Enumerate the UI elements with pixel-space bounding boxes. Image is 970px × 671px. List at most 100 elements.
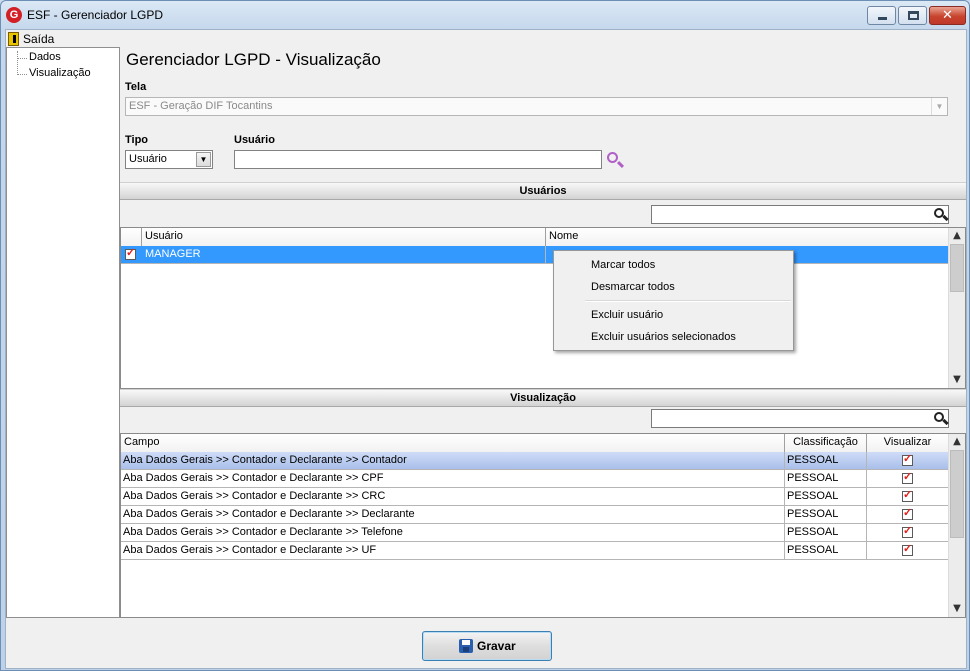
tree-item-dados[interactable]: Dados bbox=[29, 51, 61, 63]
minimize-icon bbox=[878, 17, 887, 20]
save-button-label: Gravar bbox=[477, 639, 516, 653]
search-icon bbox=[607, 152, 618, 163]
scroll-thumb[interactable] bbox=[950, 450, 964, 538]
context-menu: Marcar todos Desmarcar todos Excluir usu… bbox=[553, 250, 794, 351]
user-cell: MANAGER bbox=[142, 246, 546, 263]
users-grid-header: Usuário Nome bbox=[121, 228, 949, 246]
classification-cell: PESSOAL bbox=[785, 470, 867, 487]
chevron-down-icon: ▼ bbox=[931, 98, 947, 115]
view-grid-header: Campo Classificação Visualizar bbox=[121, 434, 949, 452]
close-icon: ✕ bbox=[942, 8, 953, 23]
search-icon-handle bbox=[616, 160, 625, 169]
visible-cell[interactable] bbox=[867, 470, 949, 487]
visible-cell[interactable] bbox=[867, 488, 949, 505]
main-panel: Gerenciador LGPD - Visualização Tela ESF… bbox=[120, 47, 966, 618]
table-row[interactable]: Aba Dados Gerais >> Contador e Declarant… bbox=[121, 542, 949, 560]
menu-item-delete-selected-users[interactable]: Excluir usuários selecionados bbox=[591, 331, 736, 343]
user-input[interactable] bbox=[234, 150, 602, 169]
client-area: Saída Dados Visualização Gerenciador LGP… bbox=[5, 29, 967, 669]
save-button[interactable]: Gravar bbox=[422, 631, 552, 661]
field-cell: Aba Dados Gerais >> Contador e Declarant… bbox=[121, 488, 785, 505]
screen-select-value: ESF - Geração DIF Tocantins bbox=[129, 100, 273, 112]
scroll-up-icon[interactable]: ▲ bbox=[949, 434, 965, 450]
menu-bar: Saída bbox=[6, 30, 966, 47]
classification-cell: PESSOAL bbox=[785, 542, 867, 559]
field-cell: Aba Dados Gerais >> Contador e Declarant… bbox=[121, 506, 785, 523]
column-header-check[interactable] bbox=[121, 228, 142, 246]
search-icon-handle bbox=[942, 214, 949, 222]
table-row[interactable]: Aba Dados Gerais >> Contador e Declarant… bbox=[121, 524, 949, 542]
tree-connector bbox=[17, 74, 27, 75]
exit-door-icon bbox=[8, 31, 19, 46]
row-checkbox-cell[interactable] bbox=[121, 246, 142, 263]
tree-connector bbox=[17, 51, 18, 73]
field-cell: Aba Dados Gerais >> Contador e Declarant… bbox=[121, 542, 785, 559]
close-button[interactable]: ✕ bbox=[929, 6, 966, 25]
visible-cell[interactable] bbox=[867, 506, 949, 523]
title-bar[interactable]: G ESF - Gerenciador LGPD ✕ bbox=[1, 1, 969, 29]
users-filter-input[interactable] bbox=[651, 205, 949, 224]
minimize-button[interactable] bbox=[867, 6, 896, 25]
tree-connector bbox=[17, 58, 27, 59]
menu-item-unselect-all[interactable]: Desmarcar todos bbox=[591, 281, 675, 293]
table-row[interactable]: Aba Dados Gerais >> Contador e Declarant… bbox=[121, 470, 949, 488]
visible-checkbox[interactable] bbox=[902, 525, 913, 538]
tree-item-visualizacao[interactable]: Visualização bbox=[29, 67, 91, 79]
scroll-down-icon[interactable]: ▼ bbox=[949, 372, 965, 388]
visible-checkbox[interactable] bbox=[902, 489, 913, 502]
visible-cell[interactable] bbox=[867, 452, 949, 469]
row-checkbox[interactable] bbox=[125, 247, 136, 260]
users-section-header: Usuários bbox=[120, 182, 966, 200]
classification-cell: PESSOAL bbox=[785, 452, 867, 469]
view-section-header: Visualização bbox=[120, 389, 966, 407]
users-grid-scrollbar[interactable]: ▲ ▼ bbox=[948, 228, 965, 388]
menu-separator bbox=[585, 300, 791, 302]
column-header-visible[interactable]: Visualizar bbox=[867, 434, 949, 452]
menu-item-select-all[interactable]: Marcar todos bbox=[591, 259, 655, 271]
field-cell: Aba Dados Gerais >> Contador e Declarant… bbox=[121, 452, 785, 469]
app-logo-icon: G bbox=[6, 7, 22, 23]
table-row[interactable]: Aba Dados Gerais >> Contador e Declarant… bbox=[121, 452, 949, 470]
maximize-button[interactable] bbox=[898, 6, 927, 25]
visible-checkbox[interactable] bbox=[902, 507, 913, 520]
classification-cell: PESSOAL bbox=[785, 524, 867, 541]
scroll-down-icon[interactable]: ▼ bbox=[949, 601, 965, 617]
visible-cell[interactable] bbox=[867, 524, 949, 541]
view-grid: Campo Classificação Visualizar Aba Dados… bbox=[120, 433, 966, 618]
floppy-disk-icon bbox=[459, 639, 473, 653]
table-row[interactable]: Aba Dados Gerais >> Contador e Declarant… bbox=[121, 488, 949, 506]
menu-item-delete-user[interactable]: Excluir usuário bbox=[591, 309, 663, 321]
screen-label: Tela bbox=[125, 81, 147, 93]
column-header-classification[interactable]: Classificação bbox=[785, 434, 867, 452]
app-window: G ESF - Gerenciador LGPD ✕ Saída Dados V… bbox=[0, 0, 970, 671]
window-title: ESF - Gerenciador LGPD bbox=[27, 8, 164, 22]
type-select[interactable]: Usuário ▼ bbox=[125, 150, 213, 169]
search-icon-handle bbox=[942, 418, 949, 426]
visible-checkbox[interactable] bbox=[902, 453, 913, 466]
classification-cell: PESSOAL bbox=[785, 488, 867, 505]
column-header-name[interactable]: Nome bbox=[546, 228, 949, 246]
field-cell: Aba Dados Gerais >> Contador e Declarant… bbox=[121, 470, 785, 487]
chevron-down-icon[interactable]: ▼ bbox=[196, 152, 211, 167]
maximize-icon bbox=[908, 11, 919, 20]
navigation-tree: Dados Visualização bbox=[6, 47, 120, 618]
visible-checkbox[interactable] bbox=[902, 543, 913, 556]
field-cell: Aba Dados Gerais >> Contador e Declarant… bbox=[121, 524, 785, 541]
visible-checkbox[interactable] bbox=[902, 471, 913, 484]
table-row[interactable]: Aba Dados Gerais >> Contador e Declarant… bbox=[121, 506, 949, 524]
menu-exit-label: Saída bbox=[23, 31, 55, 46]
scroll-thumb[interactable] bbox=[950, 244, 964, 292]
type-label: Tipo bbox=[125, 134, 149, 146]
view-filter-input[interactable] bbox=[651, 409, 949, 428]
user-search-button[interactable] bbox=[606, 151, 626, 169]
view-grid-scrollbar[interactable]: ▲ ▼ bbox=[948, 434, 965, 617]
table-row[interactable]: MANAGER bbox=[121, 246, 949, 264]
classification-cell: PESSOAL bbox=[785, 506, 867, 523]
user-label: Usuário bbox=[234, 134, 275, 146]
scroll-up-icon[interactable]: ▲ bbox=[949, 228, 965, 244]
column-header-user[interactable]: Usuário bbox=[142, 228, 546, 246]
users-grid: Usuário Nome MANAGER ▲ ▼ bbox=[120, 227, 966, 389]
column-header-field[interactable]: Campo bbox=[121, 434, 785, 452]
visible-cell[interactable] bbox=[867, 542, 949, 559]
menu-exit[interactable]: Saída bbox=[8, 30, 54, 47]
